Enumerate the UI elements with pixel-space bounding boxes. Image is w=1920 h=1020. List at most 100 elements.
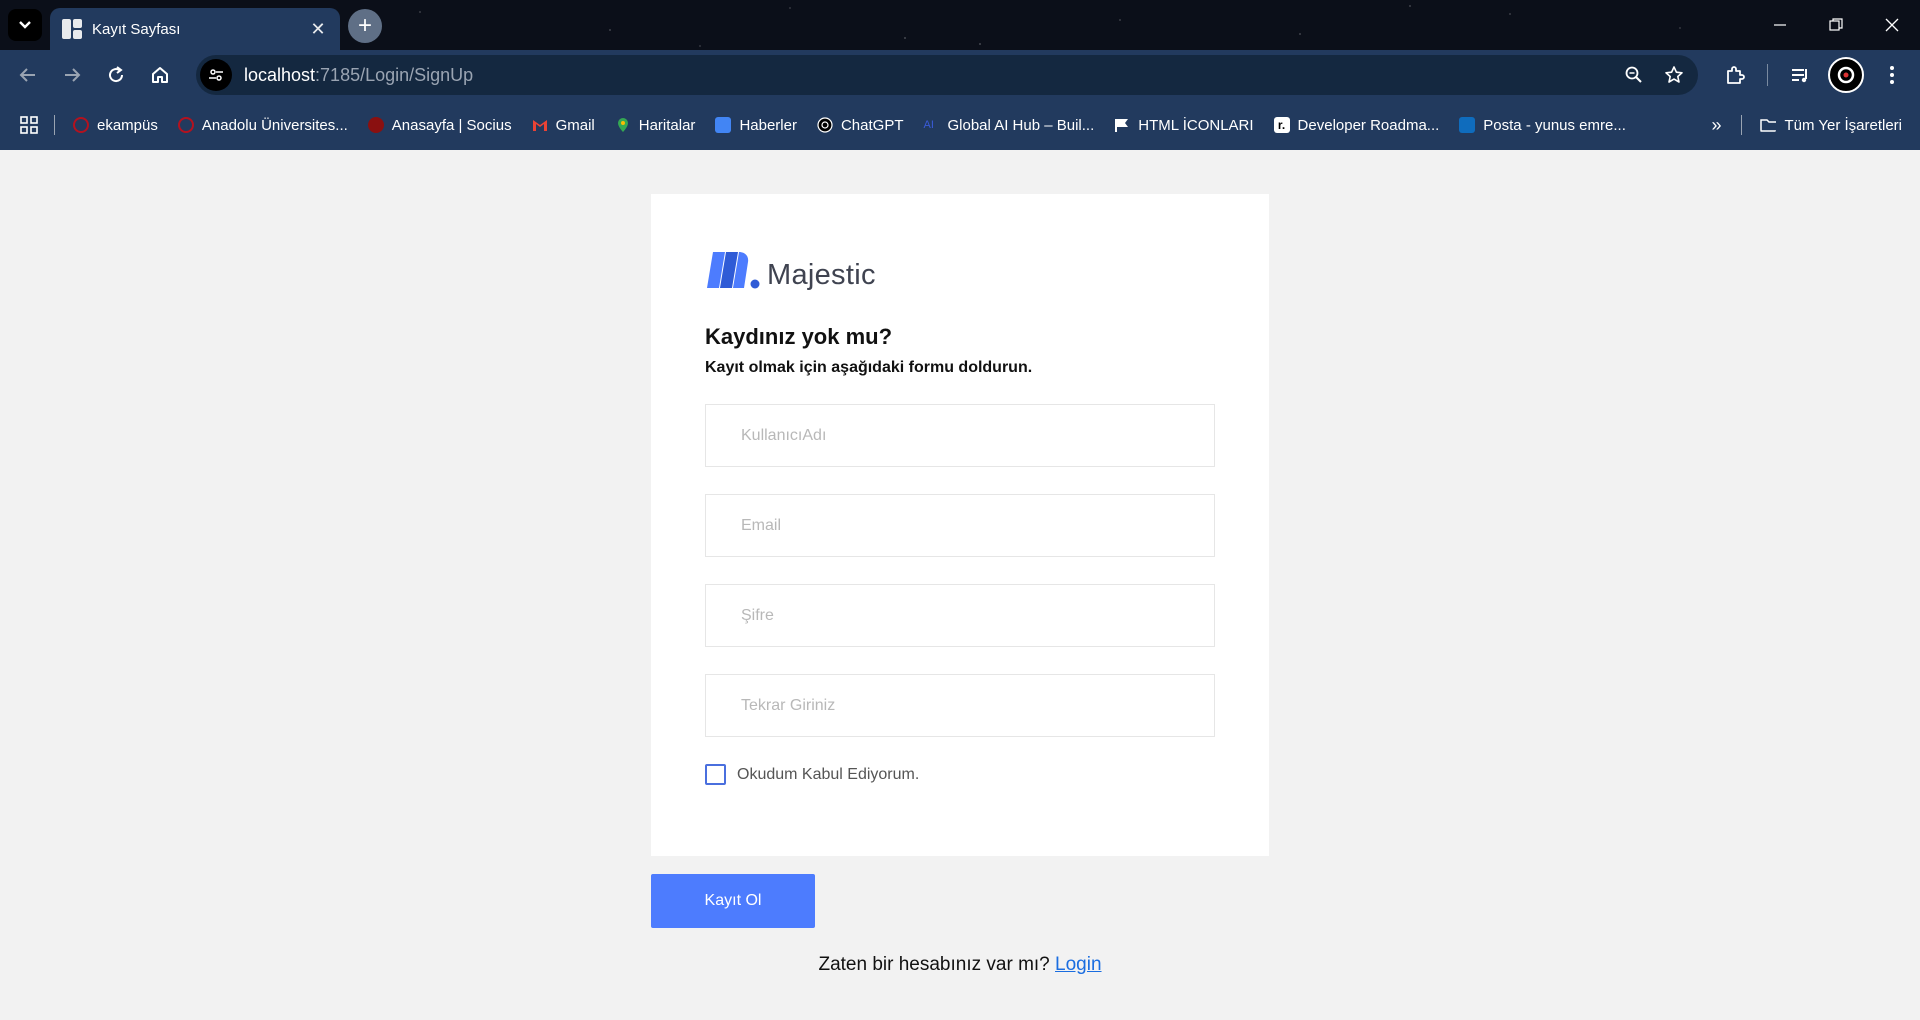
- arrow-right-icon: [65, 68, 81, 82]
- back-button[interactable]: [6, 53, 50, 97]
- bookmark-item[interactable]: HTML İCONLARI: [1114, 116, 1254, 134]
- avatar: [1828, 57, 1864, 93]
- password-field[interactable]: [705, 584, 1215, 647]
- username-field[interactable]: [705, 404, 1215, 467]
- star-icon: [1665, 66, 1683, 83]
- bookmark-item[interactable]: Haberler: [715, 117, 797, 134]
- url-host: localhost: [244, 64, 316, 85]
- bookmarks-bar: ekampüs Anadolu Üniversites... Anasayfa …: [0, 100, 1920, 150]
- page-title: Kaydınız yok mu?: [705, 324, 893, 349]
- bookmarks-divider: [1741, 115, 1743, 135]
- ai-icon: AI: [923, 119, 934, 131]
- home-icon: [152, 67, 168, 83]
- email-field[interactable]: [705, 494, 1215, 557]
- all-bookmarks-button[interactable]: Tüm Yer İşaretleri: [1760, 117, 1902, 134]
- bookmark-item[interactable]: Anasayfa | Socius: [367, 116, 512, 134]
- bookmark-item[interactable]: r. Developer Roadma...: [1273, 116, 1440, 134]
- bookmark-item[interactable]: Posta - yunus emre...: [1459, 117, 1626, 134]
- login-prompt: Zaten bir hesabınız var mı?: [818, 954, 1050, 975]
- news-icon: [715, 117, 732, 133]
- reload-icon: [109, 66, 124, 83]
- bookmark-label: ChatGPT: [840, 116, 904, 134]
- bookmark-label: Posta - yunus emre...: [1483, 116, 1626, 134]
- tune-icon: [209, 69, 223, 81]
- home-button[interactable]: [138, 53, 182, 97]
- socius-icon: [367, 117, 384, 133]
- reload-button[interactable]: [94, 53, 138, 97]
- arrow-left-icon: [19, 68, 35, 82]
- site-info-button[interactable]: [200, 59, 232, 91]
- bookmark-label: Gmail: [555, 116, 595, 134]
- restore-button[interactable]: [1808, 0, 1864, 50]
- bookmark-label: HTML İCONLARI: [1138, 116, 1254, 134]
- url-text: localhost:7185/Login/SignUp: [244, 65, 1614, 86]
- terms-checkbox[interactable]: [705, 764, 726, 785]
- tab-active[interactable]: Kayıt Sayfası ✕: [50, 8, 340, 50]
- anadolu-icon: [177, 117, 194, 133]
- toolbar-divider: [1767, 64, 1768, 86]
- bookmarks-overflow: » Tüm Yer İşaretleri: [1711, 100, 1902, 150]
- majestic-logo-icon: [707, 252, 760, 289]
- roadmap-icon: r.: [1273, 117, 1290, 133]
- bookmarks-divider: [54, 115, 55, 135]
- tab-title: Kayıt Sayfası: [92, 20, 181, 38]
- bookmark-label: Haberler: [739, 116, 797, 134]
- logo-text: Majestic: [767, 259, 876, 291]
- bookmark-item[interactable]: Gmail: [532, 117, 595, 134]
- bookmark-label: Global AI Hub – Buil...: [947, 116, 1095, 134]
- login-link[interactable]: Login: [1055, 954, 1102, 975]
- outlook-icon: [1459, 117, 1476, 133]
- page-subtitle: Kayıt olmak için aşağıdaki formu dolduru…: [705, 359, 1033, 376]
- folder-icon: [1760, 119, 1777, 132]
- close-icon: [1885, 18, 1899, 32]
- login-prompt-line: Zaten bir hesabınız var mı? Login: [0, 954, 1920, 976]
- playlist-icon: [1792, 69, 1807, 83]
- bookmark-item[interactable]: Anadolu Üniversites...: [177, 116, 348, 134]
- window-controls: [1752, 0, 1920, 50]
- apps-button[interactable]: [20, 116, 38, 134]
- url-path: :7185/Login/SignUp: [315, 64, 474, 85]
- bookmark-item[interactable]: ChatGPT: [817, 117, 904, 134]
- new-tab-button[interactable]: +: [348, 9, 382, 43]
- bookmark-item[interactable]: ekampüs: [73, 117, 158, 134]
- bookmark-label: ekampüs: [97, 116, 158, 134]
- minimize-button[interactable]: [1752, 0, 1808, 50]
- bookmark-label: Haritalar: [638, 116, 696, 134]
- extensions-button[interactable]: [1713, 53, 1757, 97]
- bookmark-item[interactable]: AI Global AI Hub – Buil...: [924, 117, 1095, 134]
- flag-icon: [1115, 119, 1129, 132]
- page-icon: [62, 19, 82, 39]
- browser-toolbar: localhost:7185/Login/SignUp: [0, 50, 1920, 100]
- zoom-button[interactable]: [1614, 55, 1654, 95]
- zoom-icon: [1625, 66, 1642, 83]
- anadolu-icon: [73, 117, 89, 133]
- signup-button[interactable]: Kayıt Ol: [651, 874, 815, 928]
- signup-card: Majestic Kaydınız yok mu? Kayıt olmak iç…: [651, 194, 1269, 856]
- bookmark-label: Anasayfa | Socius: [391, 116, 512, 134]
- media-controls-button[interactable]: [1778, 53, 1822, 97]
- close-icon[interactable]: ✕: [308, 19, 328, 40]
- gmail-icon: [532, 120, 547, 131]
- tab-search-button[interactable]: [8, 9, 42, 41]
- minimize-icon: [1774, 24, 1786, 26]
- close-window-button[interactable]: [1864, 0, 1920, 50]
- all-bookmarks-label: Tüm Yer İşaretleri: [1784, 116, 1902, 134]
- bookmark-label: Developer Roadma...: [1297, 116, 1440, 134]
- terms-row: Okudum Kabul Ediyorum.: [705, 764, 919, 785]
- terms-label[interactable]: Okudum Kabul Ediyorum.: [737, 766, 919, 784]
- apps-grid-icon: [20, 116, 38, 134]
- bookmark-star-button[interactable]: [1654, 55, 1694, 95]
- menu-button[interactable]: [1870, 53, 1914, 97]
- title-bar: Kayıt Sayfası ✕ +: [0, 0, 1920, 50]
- chevron-down-icon: [19, 21, 31, 29]
- address-bar[interactable]: localhost:7185/Login/SignUp: [196, 55, 1698, 95]
- chatgpt-icon: [817, 117, 833, 133]
- forward-button[interactable]: [50, 53, 94, 97]
- bookmark-label: Anadolu Üniversites...: [201, 116, 348, 134]
- maps-icon: [617, 118, 628, 132]
- profile-button[interactable]: [1824, 53, 1868, 97]
- confirm-password-field[interactable]: [705, 674, 1215, 737]
- chevron-double-right-icon[interactable]: »: [1711, 115, 1721, 136]
- bookmark-item[interactable]: Haritalar: [615, 116, 696, 134]
- brand-logo: Majestic: [705, 248, 876, 290]
